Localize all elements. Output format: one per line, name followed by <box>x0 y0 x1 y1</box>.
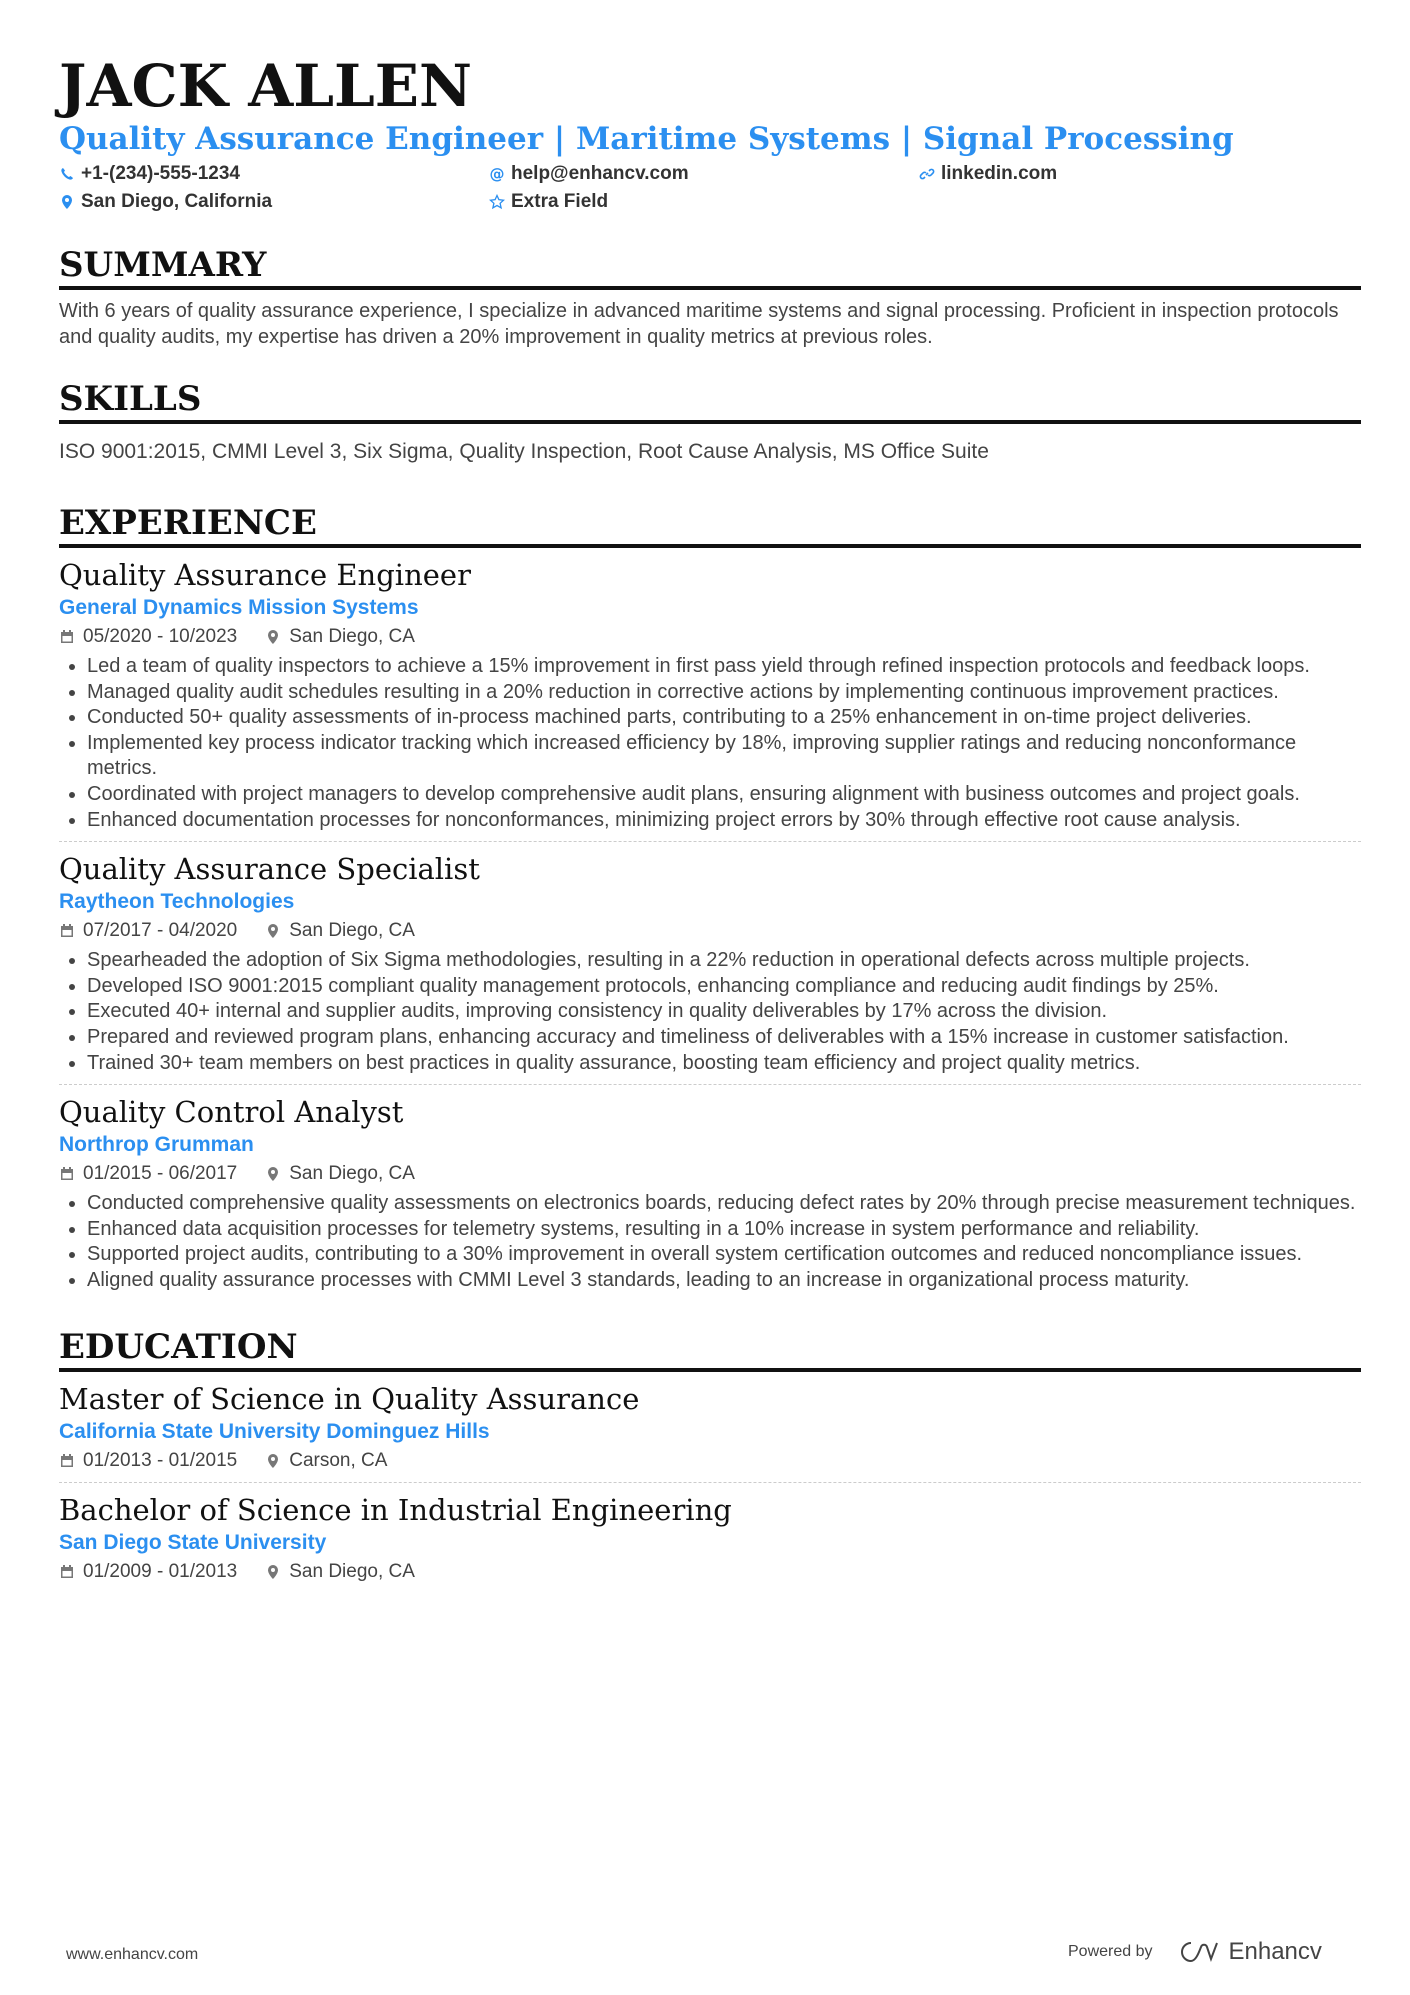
skills-heading: SKILLS <box>59 378 1361 424</box>
job-meta: 07/2017 - 04/2020 San Diego, CA <box>59 918 1361 944</box>
job-dates: 07/2017 - 04/2020 <box>83 920 238 942</box>
star-icon <box>489 194 505 210</box>
company-name: General Dynamics Mission Systems <box>59 596 419 619</box>
email-text[interactable]: help@enhancv.com <box>511 163 689 185</box>
bullet: Aligned quality assurance processes with… <box>87 1268 1361 1294</box>
education-heading: EDUCATION <box>59 1326 1361 1372</box>
education-meta: 01/2009 - 01/2013 San Diego, CA <box>59 1559 1361 1585</box>
education-entry: Bachelor of Science in Industrial Engine… <box>59 1491 1361 1593</box>
contact-location: San Diego, California <box>59 190 489 214</box>
summary-section: SUMMARY With 6 years of quality assuranc… <box>59 244 1361 350</box>
bullet: Coordinated with project managers to dev… <box>87 782 1361 808</box>
bullet: Enhanced documentation processes for non… <box>87 808 1361 834</box>
calendar-icon <box>59 1453 75 1469</box>
summary-text: With 6 years of quality assurance experi… <box>59 300 1339 348</box>
candidate-title: Quality Assurance Engineer | Maritime Sy… <box>59 121 1234 157</box>
education-location: Carson, CA <box>289 1449 388 1471</box>
bullet: Enhanced data acquisition processes for … <box>87 1217 1361 1243</box>
bullet: Prepared and reviewed program plans, enh… <box>87 1025 1361 1051</box>
enhancv-logo[interactable]: Enhancv <box>1177 1938 1322 1966</box>
bullet: Led a team of quality inspectors to achi… <box>87 654 1361 680</box>
bullet: Implemented key process indicator tracki… <box>87 731 1361 782</box>
contact-linkedin: linkedin.com <box>919 162 1349 186</box>
location-icon <box>265 1564 281 1580</box>
contact-extra: Extra Field <box>489 190 919 214</box>
experience-entry: Quality Assurance Specialist Raytheon Te… <box>59 850 1361 1086</box>
job-meta: 01/2015 - 06/2017 San Diego, CA <box>59 1161 1361 1187</box>
location-icon <box>265 629 281 645</box>
experience-heading: EXPERIENCE <box>59 502 1361 548</box>
powered-by-label: Powered by <box>1068 1943 1153 1960</box>
job-title: Quality Control Analyst <box>59 1095 404 1130</box>
location-icon <box>265 1453 281 1469</box>
company-name: Raytheon Technologies <box>59 890 295 914</box>
location-icon <box>265 923 281 939</box>
bullet: Conducted 50+ quality assessments of in-… <box>87 705 1361 731</box>
bullet: Managed quality audit schedules resultin… <box>87 680 1361 706</box>
job-dates: 05/2020 - 10/2023 <box>83 626 238 647</box>
bullet: Developed ISO 9001:2015 compliant qualit… <box>87 974 1361 1000</box>
experience-entry: Quality Control Analyst Northrop Grumman… <box>59 1093 1361 1301</box>
school-name: San Diego State University <box>59 1530 327 1554</box>
location-icon <box>59 194 75 210</box>
at-icon: @ <box>489 166 505 182</box>
education-dates: 01/2013 - 01/2015 <box>83 1449 238 1471</box>
job-bullets: Spearheaded the adoption of Six Sigma me… <box>59 948 1361 1076</box>
education-dates: 01/2009 - 01/2013 <box>83 1560 238 1582</box>
calendar-icon <box>59 1166 75 1182</box>
extra-field-text: Extra Field <box>511 191 609 212</box>
calendar-icon <box>59 1564 75 1580</box>
bullet: Spearheaded the adoption of Six Sigma me… <box>87 948 1361 974</box>
school-name: California State University Dominguez Hi… <box>59 1419 490 1443</box>
brand-name: Enhancv <box>1228 1938 1322 1965</box>
contact-phone: +1-(234)-555-1234 <box>59 162 489 186</box>
degree-title: Bachelor of Science in Industrial Engine… <box>59 1492 732 1527</box>
education-meta: 01/2013 - 01/2015 Carson, CA <box>59 1448 1361 1474</box>
phone-text: +1-(234)-555-1234 <box>81 163 240 184</box>
location-icon <box>265 1166 281 1182</box>
calendar-icon <box>59 629 75 645</box>
bullet: Trained 30+ team members on best practic… <box>87 1051 1361 1077</box>
footer-website[interactable]: www.enhancv.com <box>66 1946 198 1964</box>
job-bullets: Conducted comprehensive quality assessme… <box>59 1191 1361 1293</box>
skills-section: SKILLS ISO 9001:2015, CMMI Level 3, Six … <box>59 378 1361 466</box>
job-title: Quality Assurance Specialist <box>59 852 480 887</box>
contact-list: +1-(234)-555-1234 @ help@enhancv.com lin… <box>59 162 1361 214</box>
skills-text: ISO 9001:2015, CMMI Level 3, Six Sigma, … <box>59 440 989 463</box>
job-bullets: Led a team of quality inspectors to achi… <box>59 654 1361 833</box>
linkedin-text[interactable]: linkedin.com <box>941 163 1057 185</box>
footer-branding: Powered by Enhancv <box>1068 1938 1322 1966</box>
education-entry: Master of Science in Quality Assurance C… <box>59 1380 1361 1483</box>
job-location: San Diego, CA <box>289 626 415 647</box>
location-text: San Diego, California <box>81 191 273 212</box>
job-location: San Diego, CA <box>289 920 415 942</box>
link-icon <box>919 166 935 182</box>
job-title: Quality Assurance Engineer <box>59 558 471 592</box>
experience-entry: Quality Assurance Engineer General Dynam… <box>59 556 1361 843</box>
job-dates: 01/2015 - 06/2017 <box>83 1163 238 1185</box>
contact-email: @ help@enhancv.com <box>489 162 919 186</box>
svg-text:@: @ <box>490 166 505 182</box>
degree-title: Master of Science in Quality Assurance <box>59 1381 640 1416</box>
summary-heading: SUMMARY <box>59 244 1361 290</box>
experience-section: EXPERIENCE Quality Assurance Engineer Ge… <box>59 502 1361 1302</box>
bullet: Conducted comprehensive quality assessme… <box>87 1191 1361 1217</box>
education-location: San Diego, CA <box>289 1560 415 1582</box>
enhancv-logo-icon <box>1180 1942 1218 1963</box>
job-meta: 05/2020 - 10/2023 San Diego, CA <box>59 624 1361 650</box>
phone-icon <box>59 166 75 182</box>
bullet: Supported project audits, contributing t… <box>87 1242 1361 1268</box>
resume-page: JACK ALLEN Quality Assurance Engineer | … <box>59 52 1361 1593</box>
candidate-name: JACK ALLEN <box>59 52 472 120</box>
education-section: EDUCATION Master of Science in Quality A… <box>59 1326 1361 1593</box>
calendar-icon <box>59 923 75 939</box>
job-location: San Diego, CA <box>289 1163 415 1185</box>
bullet: Executed 40+ internal and supplier audit… <box>87 999 1361 1025</box>
company-name: Northrop Grumman <box>59 1133 254 1157</box>
